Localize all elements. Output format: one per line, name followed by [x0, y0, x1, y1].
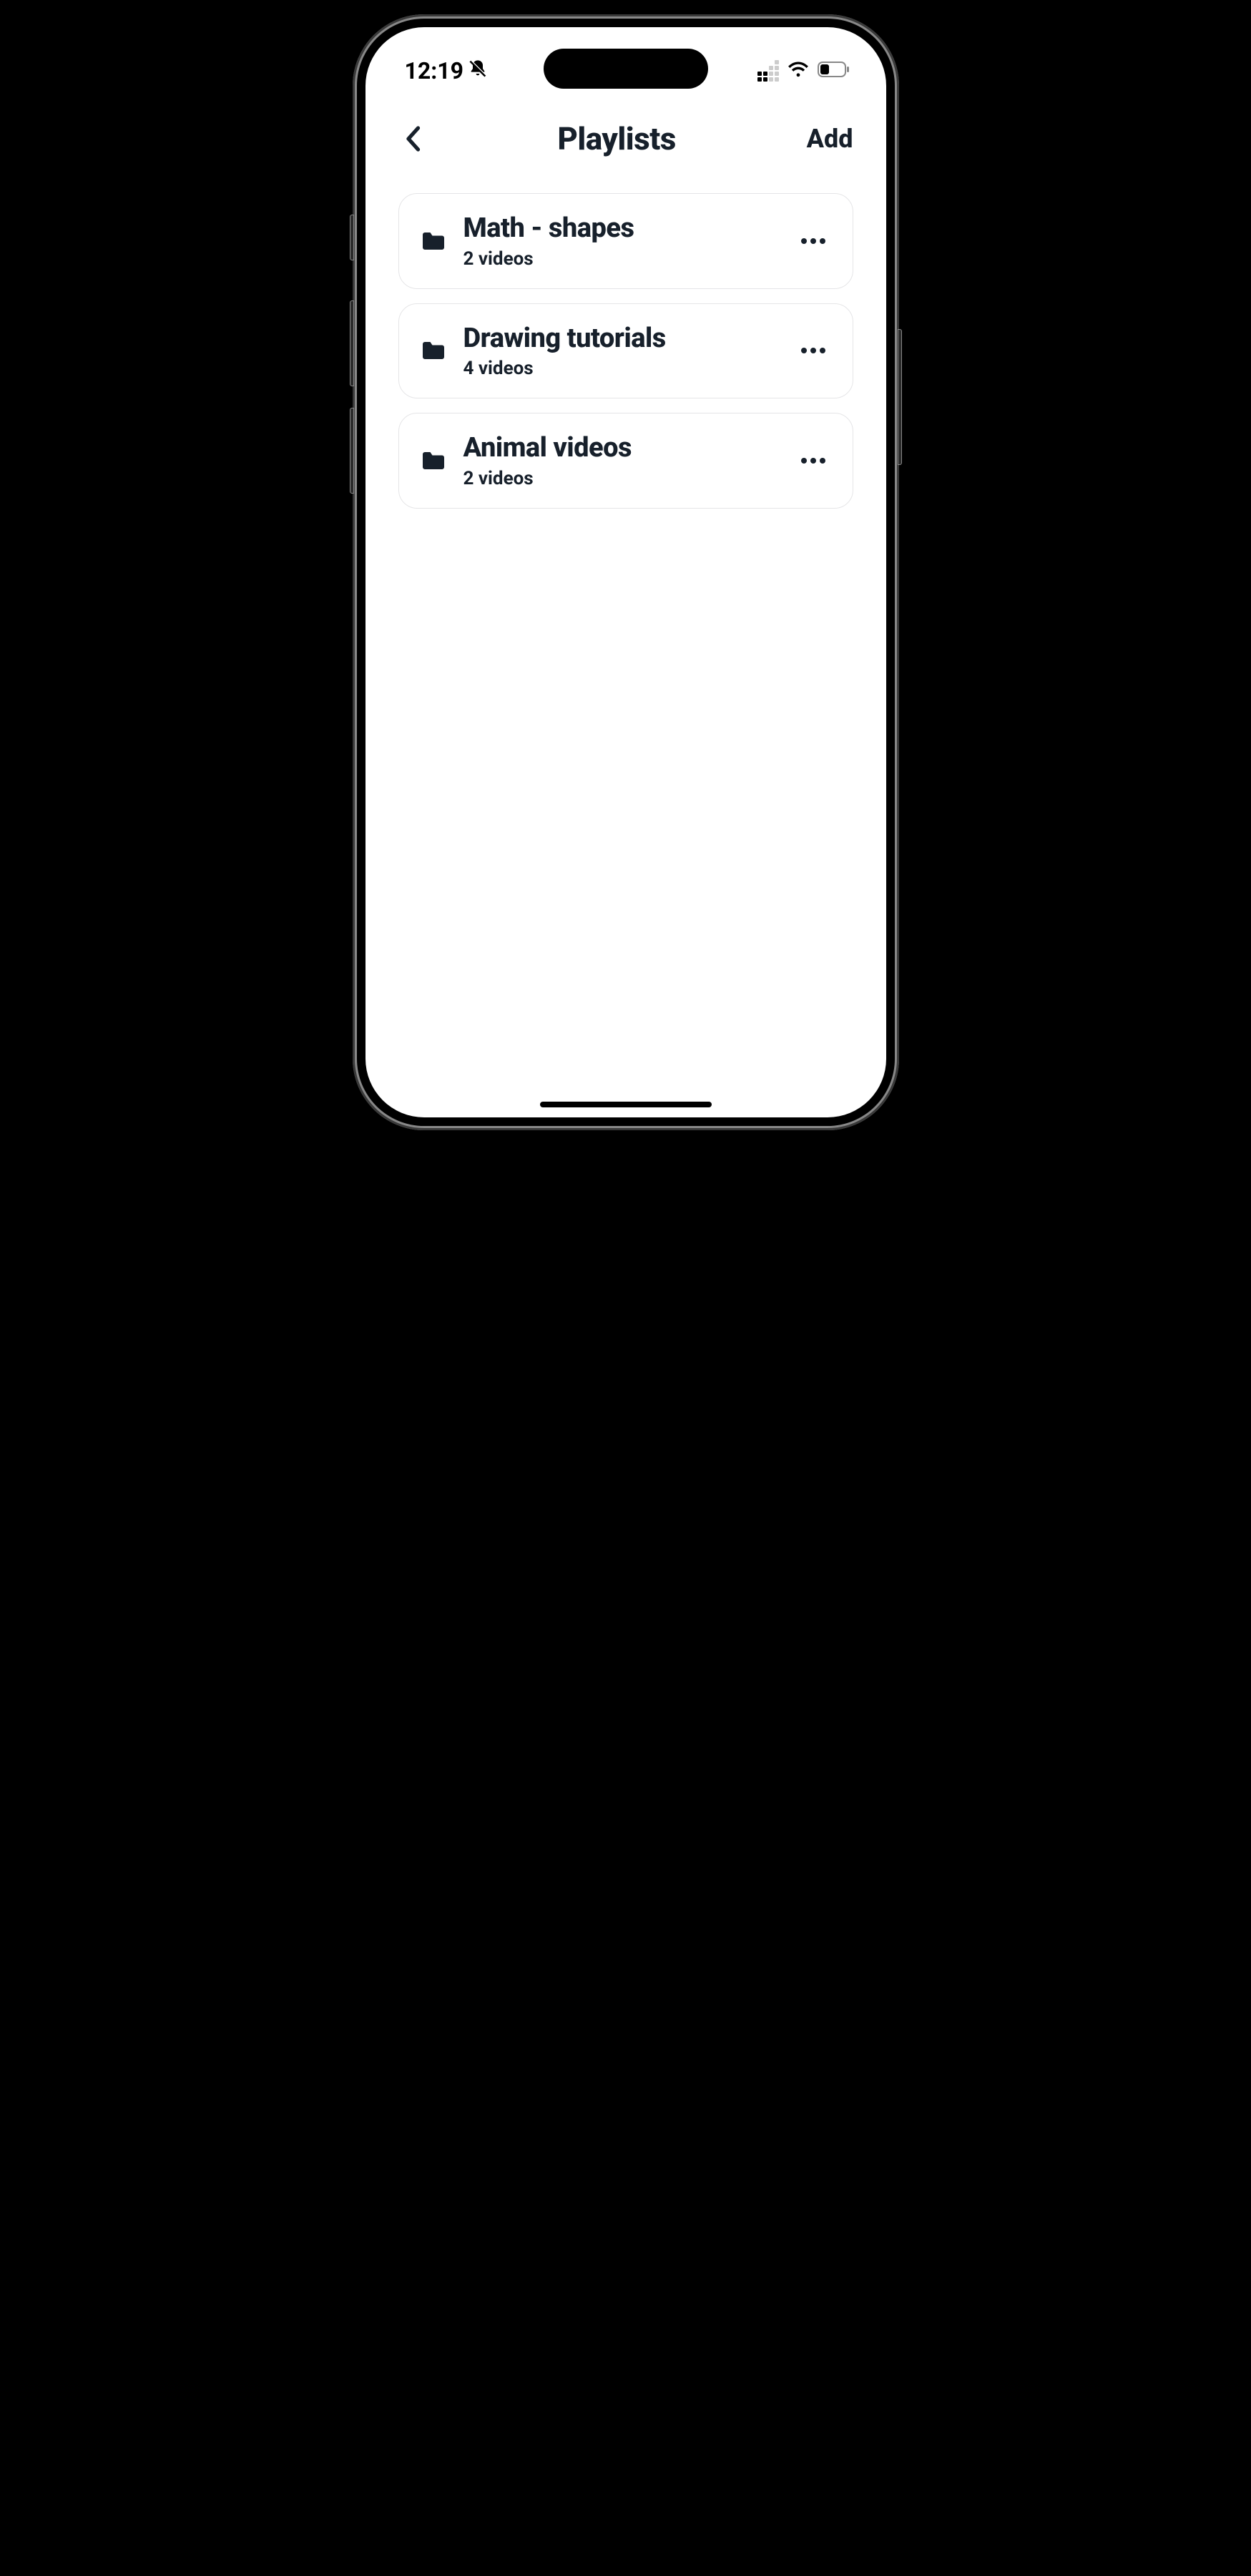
add-button[interactable]: Add — [807, 124, 853, 154]
status-time: 12:19 — [405, 57, 463, 84]
playlist-item-drawing-tutorials[interactable]: Drawing tutorials 4 videos — [398, 303, 853, 399]
playlist-subtitle: 2 videos — [463, 248, 778, 270]
more-options-button[interactable] — [795, 232, 831, 250]
cellular-signal-icon — [757, 60, 779, 82]
power-button — [898, 329, 902, 465]
page-header: Playlists Add — [366, 106, 886, 179]
silent-bell-icon — [468, 57, 488, 84]
page-title: Playlists — [557, 120, 675, 157]
playlist-title: Animal videos — [463, 432, 778, 465]
playlist-subtitle: 4 videos — [463, 358, 778, 379]
folder-icon — [421, 340, 446, 361]
battery-icon — [818, 61, 850, 81]
wifi-icon — [788, 61, 809, 81]
more-options-button[interactable] — [795, 342, 831, 359]
silent-switch — [350, 215, 354, 260]
dynamic-island — [544, 49, 708, 89]
playlist-info: Math - shapes 2 videos — [463, 212, 778, 270]
home-indicator[interactable] — [540, 1102, 712, 1107]
status-left: 12:19 — [405, 57, 488, 84]
dots-icon — [801, 458, 807, 464]
volume-down-button — [350, 408, 354, 494]
more-options-button[interactable] — [795, 452, 831, 469]
dots-icon — [801, 238, 807, 244]
playlist-list: Math - shapes 2 videos Drawing tutorials… — [366, 179, 886, 537]
playlist-title: Drawing tutorials — [463, 323, 778, 356]
dots-icon — [801, 348, 807, 353]
playlist-info: Animal videos 2 videos — [463, 432, 778, 489]
playlist-title: Math - shapes — [463, 212, 778, 245]
playlist-subtitle: 2 videos — [463, 468, 778, 489]
folder-icon — [421, 450, 446, 471]
volume-up-button — [350, 300, 354, 386]
playlist-item-math-shapes[interactable]: Math - shapes 2 videos — [398, 193, 853, 289]
folder-icon — [421, 230, 446, 252]
playlist-info: Drawing tutorials 4 videos — [463, 323, 778, 380]
back-button[interactable] — [398, 124, 427, 153]
phone-screen: 12:19 — [366, 27, 886, 1117]
chevron-left-icon — [405, 126, 421, 152]
status-right — [757, 60, 850, 82]
playlist-item-animal-videos[interactable]: Animal videos 2 videos — [398, 413, 853, 509]
phone-frame: 12:19 — [353, 14, 899, 1130]
